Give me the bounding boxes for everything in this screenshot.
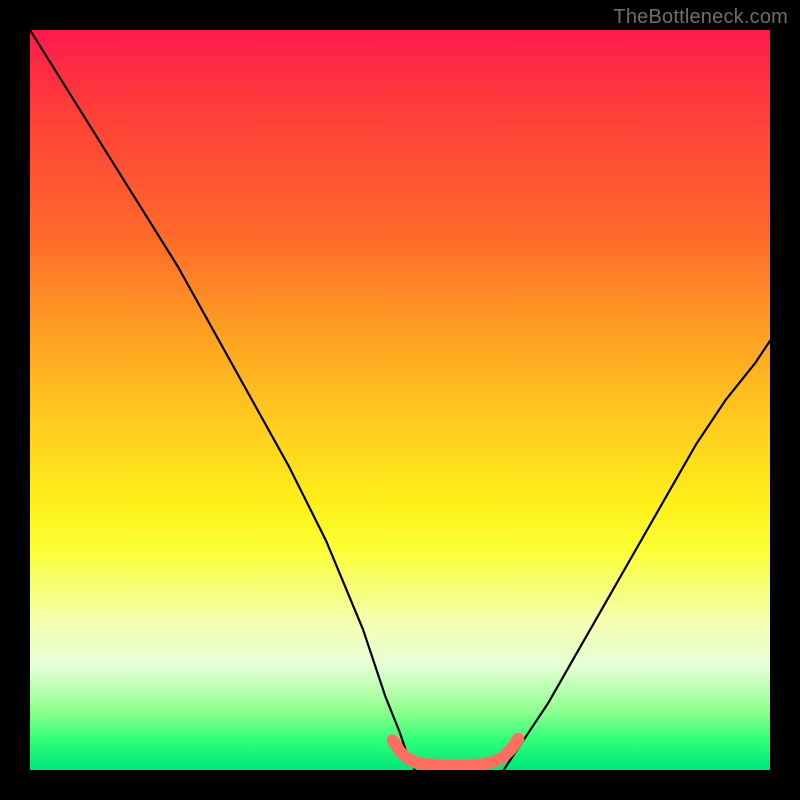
- chart-stage: TheBottleneck.com: [0, 0, 800, 800]
- series-left-curve: [30, 30, 415, 770]
- chart-svg: [30, 30, 770, 770]
- watermark-text: TheBottleneck.com: [613, 6, 788, 29]
- series-right-curve: [504, 341, 770, 770]
- plot-area: [30, 30, 770, 770]
- series-bottom-band: [393, 739, 519, 766]
